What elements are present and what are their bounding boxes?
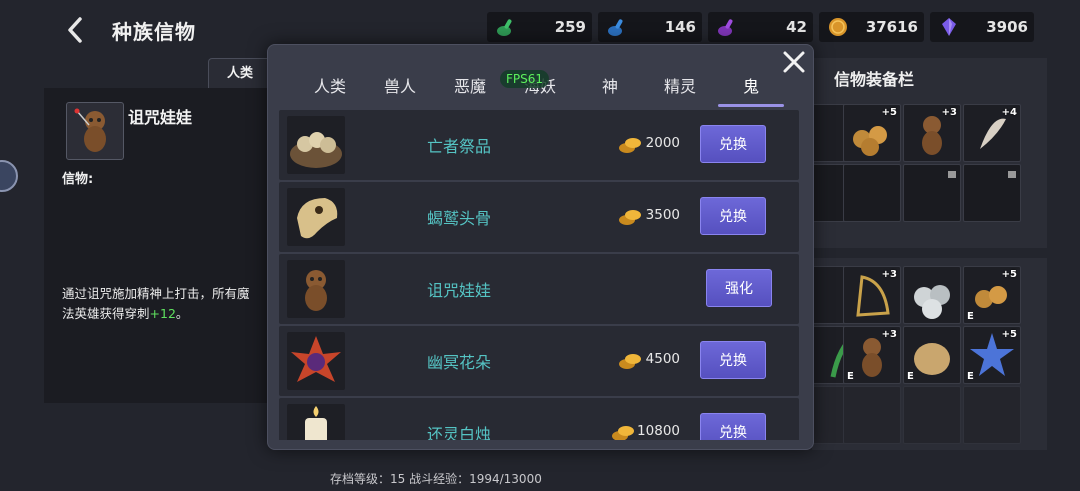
purple-crystal-icon xyxy=(942,18,956,36)
resource-gold: 37616 xyxy=(819,12,924,42)
item-thumbnail xyxy=(287,332,345,390)
resource-blue-potion: 146 xyxy=(598,12,702,42)
equip-slot[interactable]: +4 xyxy=(963,104,1021,162)
empty-slot[interactable] xyxy=(963,386,1021,444)
green-potion-icon xyxy=(497,19,512,36)
bonus-value: +12 xyxy=(149,306,176,321)
lock-icon xyxy=(948,171,956,178)
list-item: 诅咒娃娃 强化 xyxy=(279,254,799,324)
item-price: 10800 xyxy=(637,423,680,439)
description-end: 。 xyxy=(175,306,189,321)
active-tab-indicator xyxy=(718,104,784,107)
fps-counter: FPS61 xyxy=(500,70,550,88)
resource-value: 37616 xyxy=(865,18,918,36)
token-label: 信物: xyxy=(62,172,94,187)
chevron-left-icon xyxy=(68,17,82,43)
dark-flower-icon xyxy=(291,336,341,382)
item-name: 诅咒娃娃 xyxy=(128,108,193,127)
exchange-button[interactable]: 兑换 xyxy=(700,341,766,379)
beast-skull-icon xyxy=(297,198,338,239)
equipped-mark: E xyxy=(967,371,974,382)
inventory-slot[interactable]: +3 E xyxy=(843,326,901,384)
level-badge: +5 xyxy=(1001,329,1017,340)
level-badge: +5 xyxy=(881,107,897,118)
level-badge: +3 xyxy=(881,329,897,340)
item-name: 亡者祭品 xyxy=(427,137,492,156)
inventory-slot[interactable]: +5 E xyxy=(963,326,1021,384)
item-price: 3500 xyxy=(645,207,680,223)
tab-orc[interactable]: 兽人 xyxy=(365,70,435,106)
tab-human[interactable]: 人类 xyxy=(208,58,272,89)
tab-elf[interactable]: 精灵 xyxy=(645,70,715,106)
equipped-mark: E xyxy=(847,371,854,382)
item-thumbnail xyxy=(287,404,345,440)
item-price: 4500 xyxy=(645,351,680,367)
exchange-button[interactable]: 兑换 xyxy=(700,413,766,440)
inventory-slot[interactable]: +5 E xyxy=(963,266,1021,324)
list-item: 亡者祭品 2000 兑换 xyxy=(279,110,799,180)
list-item: 幽冥花朵 4500 兑换 xyxy=(279,326,799,396)
equip-slot[interactable]: +3 xyxy=(903,104,961,162)
blue-potion-icon xyxy=(608,19,623,36)
level-badge: +3 xyxy=(881,269,897,280)
inventory-slot[interactable]: +3 xyxy=(843,266,901,324)
upgrade-button[interactable]: 强化 xyxy=(706,269,772,307)
white-candle-icon xyxy=(305,406,327,440)
lock-icon xyxy=(1008,171,1016,178)
level-badge: +5 xyxy=(1001,269,1017,280)
item-name: 幽冥花朵 xyxy=(427,353,492,372)
item-thumbnail xyxy=(66,102,124,160)
voodoo-doll-icon xyxy=(74,108,106,152)
item-description: 通过诅咒施加精神上打击，所有魔法英雄获得穿刺+12。 xyxy=(62,284,252,324)
purple-potion-icon xyxy=(718,19,733,36)
item-price: 2000 xyxy=(645,135,680,151)
list-item: 还灵白烛 10800 兑换 xyxy=(279,398,799,440)
save-level-info: 存档等级：15 战斗经验：1994/13000 xyxy=(330,472,542,486)
inventory-slot[interactable] xyxy=(903,266,961,324)
voodoo-doll-icon xyxy=(305,270,327,311)
resource-value: 146 xyxy=(664,18,696,36)
empty-slot[interactable] xyxy=(843,386,901,444)
skull-bowl-icon xyxy=(290,132,342,168)
resource-value: 259 xyxy=(554,18,586,36)
resource-value: 3906 xyxy=(986,18,1028,36)
level-badge: +4 xyxy=(1001,107,1017,118)
item-thumbnail xyxy=(287,260,345,318)
item-list[interactable]: 亡者祭品 2000 兑换 蝎鹫头骨 3500 兑换 诅咒娃娃 强化 幽冥花朵 4… xyxy=(279,110,799,440)
item-name: 还灵白烛 xyxy=(427,425,492,440)
tab-demon[interactable]: 恶魔 xyxy=(435,70,505,106)
list-item: 蝎鹫头骨 3500 兑换 xyxy=(279,182,799,252)
exchange-button[interactable]: 兑换 xyxy=(700,125,766,163)
resource-value: 42 xyxy=(786,18,807,36)
level-badge: +3 xyxy=(941,107,957,118)
empty-slot[interactable] xyxy=(903,386,961,444)
item-name: 诅咒娃娃 xyxy=(427,281,492,300)
locked-slot xyxy=(843,164,901,222)
page-title: 种族信物 xyxy=(112,20,196,44)
equipped-mark: E xyxy=(907,371,914,382)
back-button[interactable] xyxy=(60,14,90,46)
equipment-title: 信物装备栏 xyxy=(834,70,915,89)
resource-green-potion: 259 xyxy=(487,12,592,42)
exchange-button[interactable]: 兑换 xyxy=(700,197,766,235)
equip-slot[interactable]: +5 xyxy=(843,104,901,162)
resource-purple-potion: 42 xyxy=(708,12,813,42)
gold-coin-icon xyxy=(829,18,847,36)
locked-slot xyxy=(963,164,1021,222)
tab-human[interactable]: 人类 xyxy=(295,70,365,106)
equipped-mark: E xyxy=(967,311,974,322)
side-bubble[interactable] xyxy=(0,160,18,192)
locked-slot xyxy=(903,164,961,222)
tab-ghost[interactable]: 鬼 xyxy=(716,70,786,106)
inventory-slot[interactable]: E xyxy=(903,326,961,384)
item-thumbnail xyxy=(287,116,345,174)
tab-god[interactable]: 神 xyxy=(575,70,645,106)
silver-coins-icon xyxy=(914,285,950,319)
resource-crystal: 3906 xyxy=(930,12,1034,42)
item-name: 蝎鹫头骨 xyxy=(427,209,492,228)
item-thumbnail xyxy=(287,188,345,246)
